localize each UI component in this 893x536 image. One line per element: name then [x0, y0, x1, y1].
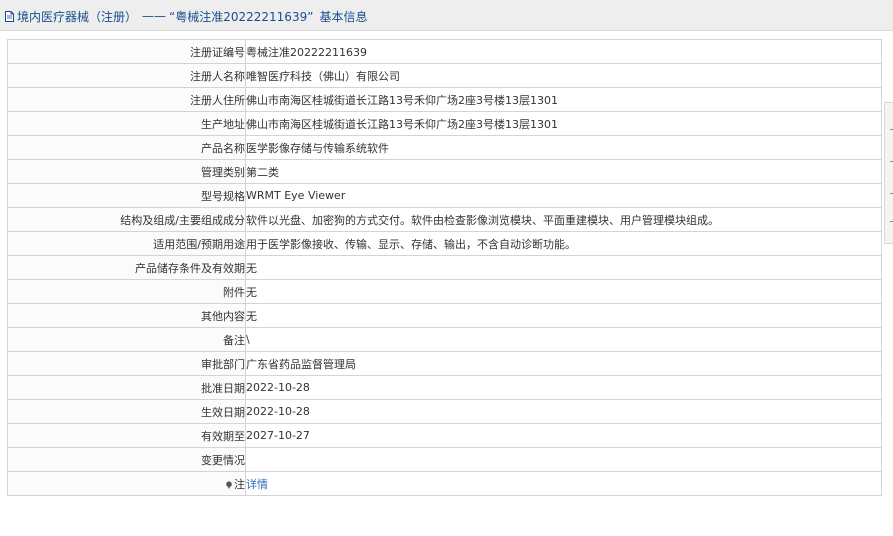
document-icon [5, 10, 14, 22]
row-label: 其他内容 [7, 303, 246, 328]
row-label: 注册人名称 [7, 63, 246, 88]
row-label: 管理类别 [7, 159, 246, 184]
table-row: 产品储存条件及有效期无 [7, 255, 882, 280]
table-row: 备注 \ [7, 327, 882, 352]
row-value: 唯智医疗科技（佛山）有限公司 [245, 63, 882, 88]
row-value: 广东省药品监督管理局 [245, 351, 882, 376]
row-value: 粤械注准20222211639 [245, 39, 882, 64]
row-value: 2022-10-28 [245, 375, 882, 400]
row-label: 变更情况 [7, 447, 246, 472]
row-label: 附件 [7, 279, 246, 304]
row-value: 佛山市南海区桂城街道长江路13号禾仰广场2座3号楼13层1301 [245, 87, 882, 112]
table-row: 审批部门 广东省药品监督管理局 [7, 351, 882, 376]
row-label: 产品名称 [7, 135, 246, 160]
row-label: 批准日期 [7, 375, 246, 400]
table-row: 变更情况 [7, 447, 882, 472]
row-value: 软件以光盘、加密狗的方式交付。软件由检查影像浏览模块、平面重建模块、用户管理模块… [245, 207, 882, 232]
details-link[interactable]: 详情 [247, 478, 269, 491]
table-row: 结构及组成/主要组成成分 软件以光盘、加密狗的方式交付。软件由检查影像浏览模块、平… [7, 207, 882, 232]
row-label: 产品储存条件及有效期 [7, 255, 246, 280]
table-row: 产品名称 医学影像存储与传输系统软件 [7, 135, 882, 160]
table-row: 适用范围/预期用途 用于医学影像接收、传输、显示、存储、输出，不含自动诊断功能。 [7, 231, 882, 256]
note-row: 注 详情 [7, 471, 882, 496]
header-title: 境内医疗器械（注册） [17, 9, 138, 24]
note-value-cell: 详情 [245, 471, 882, 496]
header-suffix: 基本信息 [319, 9, 368, 24]
row-value: \ [245, 327, 882, 352]
row-value: 用于医学影像接收、传输、显示、存储、输出，不含自动诊断功能。 [245, 231, 882, 256]
row-value: 2022-10-28 [245, 399, 882, 424]
table-row: 附件无 [7, 279, 882, 304]
table-row: 其他内容无 [7, 303, 882, 328]
row-label: 有效期至 [7, 423, 246, 448]
side-toolbar-tab[interactable] [884, 102, 893, 244]
table-row: 有效期至 2027-10-27 [7, 423, 882, 448]
table-row: 批准日期 2022-10-28 [7, 375, 882, 400]
row-value: WRMT Eye Viewer [245, 183, 882, 208]
header-separator: —— [142, 9, 167, 23]
row-label: 备注 [7, 327, 246, 352]
row-label: 生效日期 [7, 399, 246, 424]
note-label: 注 [234, 477, 245, 491]
row-label: 审批部门 [7, 351, 246, 376]
row-value: 2027-10-27 [245, 423, 882, 448]
pin-icon [226, 480, 232, 489]
header-title-bar: 境内医疗器械（注册） —— “粤械注准20222211639” 基本信息 [5, 8, 367, 24]
header-registration-number: “粤械注准20222211639” [169, 9, 314, 24]
table-row: 型号规格 WRMT Eye Viewer [7, 183, 882, 208]
row-value: 无 [245, 279, 882, 304]
row-value: 医学影像存储与传输系统软件 [245, 135, 882, 160]
table-row: 生产地址 佛山市南海区桂城街道长江路13号禾仰广场2座3号楼13层1301 [7, 111, 882, 136]
row-label: 结构及组成/主要组成成分 [7, 207, 246, 232]
table-row: 生效日期 2022-10-28 [7, 399, 882, 424]
row-value: 佛山市南海区桂城街道长江路13号禾仰广场2座3号楼13层1301 [245, 111, 882, 136]
table-row: 注册证编号 粤械注准20222211639 [7, 39, 882, 64]
row-label: 适用范围/预期用途 [7, 231, 246, 256]
basic-info-table: 注册证编号 粤械注准20222211639 注册人名称 唯智医疗科技（佛山）有限公司… [7, 39, 882, 496]
row-label: 注册证编号 [7, 39, 246, 64]
row-value: 无 [245, 255, 882, 280]
row-label: 型号规格 [7, 183, 246, 208]
row-value: 第二类 [245, 159, 882, 184]
note-label-cell: 注 [7, 471, 246, 496]
page-header: 境内医疗器械（注册） —— “粤械注准20222211639” 基本信息 [0, 0, 893, 31]
row-label: 生产地址 [7, 111, 246, 136]
table-row: 注册人名称 唯智医疗科技（佛山）有限公司 [7, 63, 882, 88]
row-value: 无 [245, 303, 882, 328]
table-row: 管理类别 第二类 [7, 159, 882, 184]
row-label: 注册人住所 [7, 87, 246, 112]
table-row: 注册人住所 佛山市南海区桂城街道长江路13号禾仰广场2座3号楼13层1301 [7, 87, 882, 112]
row-value [245, 447, 882, 472]
